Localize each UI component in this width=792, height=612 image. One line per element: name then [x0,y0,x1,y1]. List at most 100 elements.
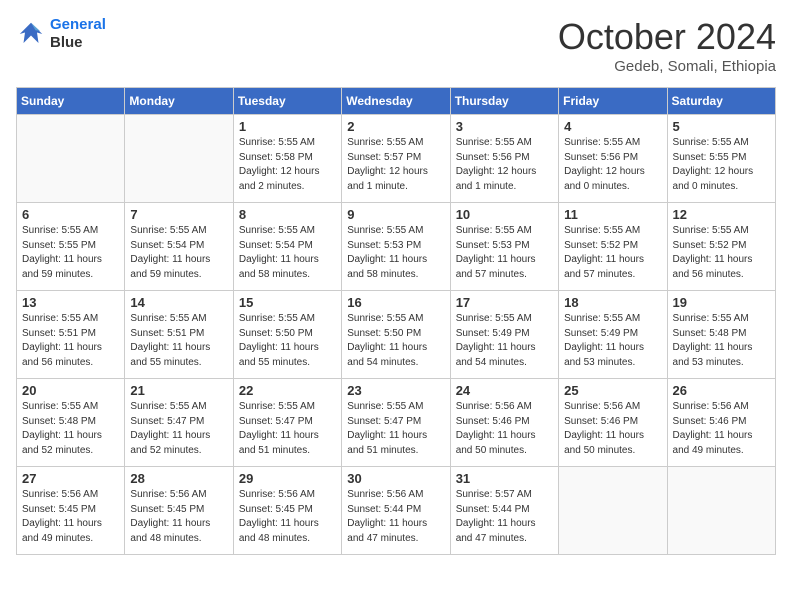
day-number: 12 [673,207,770,222]
logo-icon [16,19,46,49]
calendar-cell: 10 Sunrise: 5:55 AMSunset: 5:53 PMDayligh… [450,203,558,291]
calendar-cell: 4 Sunrise: 5:55 AMSunset: 5:56 PMDaylight… [559,115,667,203]
day-number: 7 [130,207,227,222]
calendar-cell: 31Sunrise: 5:57 AMSunset: 5:44 PMDayligh… [450,467,558,555]
day-number: 4 [564,119,661,134]
month-title: October 2024 [558,16,776,58]
calendar-cell [667,467,775,555]
calendar-cell: 5 Sunrise: 5:55 AMSunset: 5:55 PMDaylight… [667,115,775,203]
week-row-1: 1 Sunrise: 5:55 AMSunset: 5:58 PMDaylight… [17,115,776,203]
day-info: Sunrise: 5:55 AMSunset: 5:58 PMDaylight:… [239,136,336,194]
day-info: Sunrise: 5:55 AMSunset: 5:48 PMDaylight:… [673,312,770,370]
day-number: 24 [456,383,553,398]
week-row-3: 13 Sunrise: 5:55 AMSunset: 5:51 PMDayligh… [17,291,776,379]
day-number: 17 [456,295,553,310]
week-row-5: 27 Sunrise: 5:56 AMSunset: 5:45 PMDayligh… [17,467,776,555]
day-number: 26 [673,383,770,398]
week-row-2: 6 Sunrise: 5:55 AMSunset: 5:55 PMDaylight… [17,203,776,291]
calendar-cell: 14Sunrise: 5:55 AMSunset: 5:51 PMDayligh… [125,291,233,379]
day-number: 30 [347,471,444,486]
day-number: 21 [130,383,227,398]
day-info: Sunrise: 5:55 AMSunset: 5:47 PMDaylight:… [347,400,444,458]
day-number: 18 [564,295,661,310]
day-number: 3 [456,119,553,134]
day-info: Sunrise: 5:56 AMSunset: 5:46 PMDaylight:… [564,400,661,458]
calendar-cell: 19 Sunrise: 5:55 AMSunset: 5:48 PMDayligh… [667,291,775,379]
day-info: Sunrise: 5:55 AMSunset: 5:55 PMDaylight:… [673,136,770,194]
calendar-cell: 28 Sunrise: 5:56 AMSunset: 5:45 PMDayligh… [125,467,233,555]
day-number: 29 [239,471,336,486]
day-info: Sunrise: 5:56 AMSunset: 5:44 PMDaylight:… [347,488,444,546]
day-info: Sunrise: 5:55 AMSunset: 5:57 PMDaylight:… [347,136,444,194]
calendar-cell: 25 Sunrise: 5:56 AMSunset: 5:46 PMDayligh… [559,379,667,467]
day-number: 9 [347,207,444,222]
day-info: Sunrise: 5:55 AMSunset: 5:55 PMDaylight:… [22,224,119,282]
day-info: Sunrise: 5:56 AMSunset: 5:45 PMDaylight:… [130,488,227,546]
day-number: 15 [239,295,336,310]
day-number: 27 [22,471,119,486]
day-info: Sunrise: 5:55 AMSunset: 5:54 PMDaylight:… [239,224,336,282]
day-number: 8 [239,207,336,222]
day-info: Sunrise: 5:56 AMSunset: 5:45 PMDaylight:… [239,488,336,546]
day-number: 6 [22,207,119,222]
day-info: Sunrise: 5:55 AMSunset: 5:56 PMDaylight:… [564,136,661,194]
calendar-cell: 27 Sunrise: 5:56 AMSunset: 5:45 PMDayligh… [17,467,125,555]
day-info: Sunrise: 5:55 AMSunset: 5:52 PMDaylight:… [673,224,770,282]
day-header-monday: Monday [125,88,233,115]
calendar-cell: 11 Sunrise: 5:55 AMSunset: 5:52 PMDayligh… [559,203,667,291]
day-info: Sunrise: 5:55 AMSunset: 5:53 PMDaylight:… [347,224,444,282]
day-number: 19 [673,295,770,310]
calendar-cell: 9 Sunrise: 5:55 AMSunset: 5:53 PMDaylight… [342,203,450,291]
calendar-cell: 7 Sunrise: 5:55 AMSunset: 5:54 PMDaylight… [125,203,233,291]
day-number: 20 [22,383,119,398]
day-number: 28 [130,471,227,486]
calendar-cell: 16Sunrise: 5:55 AMSunset: 5:50 PMDayligh… [342,291,450,379]
calendar-cell: 2 Sunrise: 5:55 AMSunset: 5:57 PMDaylight… [342,115,450,203]
calendar-cell [17,115,125,203]
calendar-cell: 20Sunrise: 5:55 AMSunset: 5:48 PMDayligh… [17,379,125,467]
calendar-cell: 29 Sunrise: 5:56 AMSunset: 5:45 PMDayligh… [233,467,341,555]
day-info: Sunrise: 5:55 AMSunset: 5:54 PMDaylight:… [130,224,227,282]
day-info: Sunrise: 5:55 AMSunset: 5:56 PMDaylight:… [456,136,553,194]
calendar-cell: 15Sunrise: 5:55 AMSunset: 5:50 PMDayligh… [233,291,341,379]
day-info: Sunrise: 5:55 AMSunset: 5:50 PMDaylight:… [347,312,444,370]
day-info: Sunrise: 5:55 AMSunset: 5:49 PMDaylight:… [456,312,553,370]
calendar-cell: 18Sunrise: 5:55 AMSunset: 5:49 PMDayligh… [559,291,667,379]
day-number: 13 [22,295,119,310]
calendar-header-row: SundayMondayTuesdayWednesdayThursdayFrid… [17,88,776,115]
day-info: Sunrise: 5:56 AMSunset: 5:46 PMDaylight:… [673,400,770,458]
day-info: Sunrise: 5:55 AMSunset: 5:51 PMDaylight:… [130,312,227,370]
logo: General Blue [16,16,106,52]
calendar-cell: 24Sunrise: 5:56 AMSunset: 5:46 PMDayligh… [450,379,558,467]
day-info: Sunrise: 5:55 AMSunset: 5:47 PMDaylight:… [130,400,227,458]
calendar-cell: 26 Sunrise: 5:56 AMSunset: 5:46 PMDayligh… [667,379,775,467]
day-info: Sunrise: 5:55 AMSunset: 5:47 PMDaylight:… [239,400,336,458]
day-info: Sunrise: 5:55 AMSunset: 5:51 PMDaylight:… [22,312,119,370]
day-number: 1 [239,119,336,134]
calendar-cell: 21 Sunrise: 5:55 AMSunset: 5:47 PMDayligh… [125,379,233,467]
day-number: 25 [564,383,661,398]
logo-line1: General [50,16,106,33]
calendar-cell: 17 Sunrise: 5:55 AMSunset: 5:49 PMDayligh… [450,291,558,379]
day-info: Sunrise: 5:55 AMSunset: 5:53 PMDaylight:… [456,224,553,282]
day-header-wednesday: Wednesday [342,88,450,115]
day-number: 2 [347,119,444,134]
logo-text: General Blue [50,16,106,52]
day-info: Sunrise: 5:56 AMSunset: 5:45 PMDaylight:… [22,488,119,546]
day-number: 22 [239,383,336,398]
day-header-sunday: Sunday [17,88,125,115]
calendar-cell [125,115,233,203]
day-info: Sunrise: 5:55 AMSunset: 5:52 PMDaylight:… [564,224,661,282]
calendar-cell: 22 Sunrise: 5:55 AMSunset: 5:47 PMDayligh… [233,379,341,467]
day-number: 11 [564,207,661,222]
calendar-cell: 30 Sunrise: 5:56 AMSunset: 5:44 PMDayligh… [342,467,450,555]
day-number: 5 [673,119,770,134]
calendar-cell: 8 Sunrise: 5:55 AMSunset: 5:54 PMDaylight… [233,203,341,291]
day-header-friday: Friday [559,88,667,115]
logo-line2: Blue [50,34,106,52]
day-number: 10 [456,207,553,222]
calendar-cell: 3 Sunrise: 5:55 AMSunset: 5:56 PMDaylight… [450,115,558,203]
calendar-cell: 23Sunrise: 5:55 AMSunset: 5:47 PMDayligh… [342,379,450,467]
calendar-cell [559,467,667,555]
location: Gedeb, Somali, Ethiopia [558,58,776,75]
